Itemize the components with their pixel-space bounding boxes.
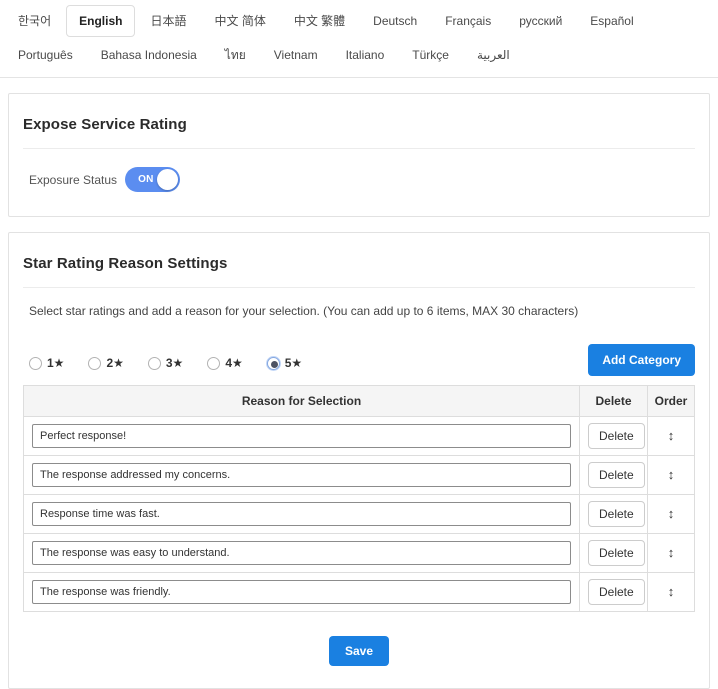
delete-button[interactable]: Delete [588,540,645,566]
star-rating-label: 5★ [285,356,302,370]
table-header-row: Reason for Selection Delete Order [24,386,695,417]
language-tab[interactable]: ไทย [212,39,259,71]
radio-icon [88,357,101,370]
language-tab[interactable]: English [66,5,135,37]
table-row: Delete ↕ [24,495,695,534]
delete-cell: Delete [580,495,648,534]
save-button[interactable]: Save [329,636,389,666]
drag-order-handle-icon[interactable]: ↕ [668,507,675,520]
order-cell: ↕ [648,534,695,573]
star-rating-radio-group: 1★ 2★ 3★ 4★ 5★ [29,356,302,376]
delete-button[interactable]: Delete [588,579,645,605]
expose-section-title: Expose Service Rating [23,116,695,133]
divider [23,148,695,149]
language-tab[interactable]: Português [5,39,86,71]
star-rating-label: 1★ [47,356,64,370]
reason-cell [24,534,580,573]
reason-cell [24,573,580,612]
language-tab[interactable]: Deutsch [360,5,430,37]
radio-icon [148,357,161,370]
reason-table: Reason for Selection Delete Order Delete… [23,385,695,612]
order-cell: ↕ [648,456,695,495]
star-rating-label: 2★ [106,356,123,370]
language-tab[interactable]: 한국어 [5,5,64,37]
reason-input[interactable] [32,424,571,448]
drag-order-handle-icon[interactable]: ↕ [668,468,675,481]
star-rating-radio[interactable]: 1★ [29,356,64,370]
delete-button[interactable]: Delete [588,423,645,449]
header-order: Order [648,386,695,417]
delete-cell: Delete [580,456,648,495]
table-row: Delete ↕ [24,573,695,612]
order-cell: ↕ [648,495,695,534]
reason-input[interactable] [32,463,571,487]
delete-cell: Delete [580,534,648,573]
radio-icon [267,357,280,370]
order-cell: ↕ [648,417,695,456]
delete-button[interactable]: Delete [588,501,645,527]
divider [23,287,695,288]
toggle-knob-icon [157,169,178,190]
language-tab[interactable]: Español [577,5,646,37]
language-tab[interactable]: Vietnam [261,39,331,71]
reason-input[interactable] [32,502,571,526]
star-rating-radio[interactable]: 5★ [267,356,302,370]
delete-cell: Delete [580,573,648,612]
language-tab[interactable]: Bahasa Indonesia [88,39,210,71]
header-delete: Delete [580,386,648,417]
star-rating-label: 4★ [225,356,242,370]
table-row: Delete ↕ [24,417,695,456]
delete-cell: Delete [580,417,648,456]
language-tab[interactable]: русский [506,5,575,37]
star-rating-radio[interactable]: 3★ [148,356,183,370]
order-cell: ↕ [648,573,695,612]
toggle-state-text: ON [138,174,154,185]
add-category-button[interactable]: Add Category [588,344,695,376]
drag-order-handle-icon[interactable]: ↕ [668,585,675,598]
drag-order-handle-icon[interactable]: ↕ [668,546,675,559]
star-rating-radio[interactable]: 4★ [207,356,242,370]
reason-input[interactable] [32,541,571,565]
star-rating-reason-settings-card: Star Rating Reason Settings Select star … [8,232,710,689]
language-tab[interactable]: Italiano [333,39,398,71]
delete-button[interactable]: Delete [588,462,645,488]
exposure-status-toggle[interactable]: ON [125,167,180,192]
expose-service-rating-card: Expose Service Rating Exposure Status ON [8,93,710,217]
star-rating-radio[interactable]: 2★ [88,356,123,370]
language-tab[interactable]: 中文 简体 [201,5,278,37]
drag-order-handle-icon[interactable]: ↕ [668,429,675,442]
exposure-status-label: Exposure Status [29,173,117,187]
exposure-status-row: Exposure Status ON [23,163,695,194]
language-tab[interactable]: 日本語 [137,5,199,37]
reason-section-description: Select star ratings and add a reason for… [23,302,695,318]
language-tab[interactable]: Français [432,5,504,37]
table-row: Delete ↕ [24,456,695,495]
radio-icon [29,357,42,370]
reason-input[interactable] [32,580,571,604]
reason-cell [24,456,580,495]
reason-section-title: Star Rating Reason Settings [23,255,695,272]
reason-cell [24,495,580,534]
table-row: Delete ↕ [24,534,695,573]
language-tab[interactable]: العربية [464,39,523,71]
language-tab[interactable]: Türkçe [399,39,462,71]
header-reason-for-selection: Reason for Selection [24,386,580,417]
language-tab-bar: 한국어 English 日本語 中文 简体 中文 繁體 Deutsch Fran… [0,0,718,78]
star-rating-label: 3★ [166,356,183,370]
save-row: Save [23,636,695,666]
language-tab[interactable]: 中文 繁體 [281,5,358,37]
radio-icon [207,357,220,370]
rating-controls-row: 1★ 2★ 3★ 4★ 5★ [23,344,695,376]
reason-cell [24,417,580,456]
